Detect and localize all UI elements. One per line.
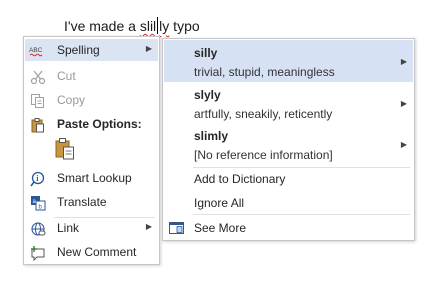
suggestion-word: slimly <box>194 129 229 143</box>
document-text-line[interactable]: I've made a slil ly typo <box>64 17 200 34</box>
link-icon <box>29 220 46 237</box>
suggestion-word: silly <box>194 46 218 60</box>
paste-clipboard-icon <box>55 138 74 160</box>
paste-keep-text-button[interactable] <box>54 137 76 161</box>
suggestion-item[interactable]: silly trivial, stupid, meaningless ▶ <box>164 40 413 82</box>
clipboard-icon <box>29 116 46 133</box>
menu-item-paste-options: Paste Options: <box>25 113 158 135</box>
new-comment-icon <box>29 244 46 261</box>
menu-item-label: Smart Lookup <box>57 171 132 185</box>
menu-item-label: Translate <box>57 195 107 209</box>
menu-item-label: Paste Options: <box>57 117 142 131</box>
menu-item-label: Cut <box>57 69 76 83</box>
menu-item-spelling[interactable]: ABC Spelling ▶ <box>25 39 158 61</box>
misspelled-word[interactable]: slil ly <box>139 17 170 34</box>
smart-lookup-icon: i <box>29 170 46 187</box>
text-before: I've made a <box>64 18 140 34</box>
ignore-all-button[interactable]: Ignore All <box>164 192 413 214</box>
see-more-label: See More <box>194 221 247 235</box>
chevron-right-icon[interactable]: ▶ <box>401 99 407 108</box>
misspelled-part-1: slil <box>139 18 157 34</box>
suggestion-description: artfully, sneakily, reticently <box>194 107 333 121</box>
menu-item-label: New Comment <box>57 245 137 259</box>
add-to-dictionary-button[interactable]: Add to Dictionary <box>164 168 413 190</box>
suggestion-item[interactable]: slyly artfully, sneakily, reticently ▶ <box>164 82 413 124</box>
menu-item-label: Copy <box>57 93 86 107</box>
svg-text:ABC: ABC <box>29 47 43 54</box>
text-after: typo <box>169 18 200 34</box>
suggestion-item[interactable]: slimly [No reference information] ▶ <box>164 123 413 165</box>
chevron-right-icon[interactable]: ▶ <box>401 140 407 149</box>
submenu-separator <box>193 214 410 215</box>
chevron-right-icon: ▶ <box>145 222 152 231</box>
ignore-all-label: Ignore All <box>194 196 245 210</box>
menu-item-translate[interactable]: a b Translate <box>25 191 158 213</box>
menu-item-new-comment[interactable]: New Comment <box>25 241 158 263</box>
see-more-button[interactable]: See More <box>164 217 413 239</box>
menu-item-label: Link <box>57 221 80 235</box>
menu-item-link[interactable]: Link ▶ <box>25 217 158 239</box>
chevron-right-icon: ▶ <box>145 44 152 53</box>
suggestion-word: slyly <box>194 88 221 102</box>
context-menu: ABC Spelling ▶ Cut Copy Paste Options: i… <box>23 36 160 265</box>
menu-item-copy[interactable]: Copy <box>25 89 158 111</box>
suggestion-description: trivial, stupid, meaningless <box>194 65 335 79</box>
add-to-dictionary-label: Add to Dictionary <box>194 172 286 186</box>
see-more-icon <box>168 220 185 237</box>
menu-item-smart-lookup[interactable]: i Smart Lookup <box>25 167 158 189</box>
abc-spelling-icon: ABC <box>29 42 46 59</box>
spelling-submenu: silly trivial, stupid, meaningless ▶ sly… <box>162 38 415 241</box>
menu-item-label: Spelling <box>57 43 100 57</box>
scissors-icon <box>29 68 46 85</box>
chevron-right-icon[interactable]: ▶ <box>401 57 407 66</box>
translate-icon: a b <box>29 194 46 211</box>
suggestion-description: [No reference information] <box>194 148 333 162</box>
misspelled-part-2: ly <box>159 18 170 34</box>
copy-icon <box>29 92 46 109</box>
smart-lookup-text: Smart Lookup <box>57 171 132 185</box>
menu-item-cut[interactable]: Cut <box>25 65 158 87</box>
